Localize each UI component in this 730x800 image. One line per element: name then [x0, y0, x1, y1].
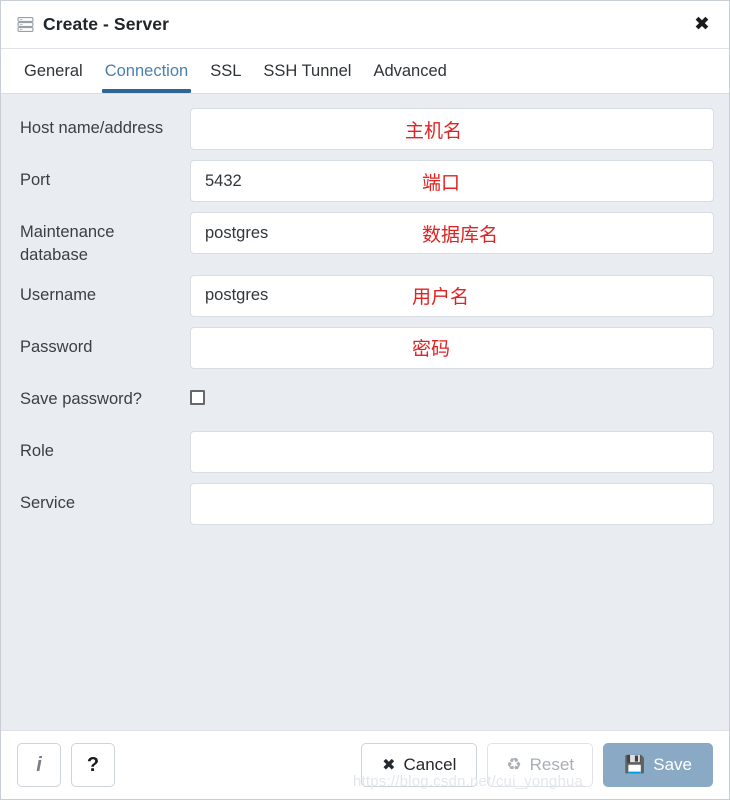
field-wrap-port: 端口: [190, 160, 714, 202]
tab-connection[interactable]: Connection: [94, 49, 199, 93]
cancel-button-label: Cancel: [403, 755, 457, 774]
save-button-label: Save: [653, 755, 692, 774]
row-role: Role: [1, 430, 729, 475]
close-icon: ✖: [382, 755, 396, 774]
cancel-button[interactable]: ✖ Cancel: [361, 743, 478, 787]
password-input[interactable]: [190, 326, 714, 369]
label-password: Password: [20, 337, 93, 356]
server-stack-icon: [17, 16, 34, 33]
role-input[interactable]: [190, 430, 714, 473]
reset-button-label: Reset: [529, 755, 575, 774]
host-name-input[interactable]: [190, 108, 714, 150]
label-username: Username: [20, 285, 97, 304]
tab-bar: General Connection SSL SSH Tunnel Advanc…: [1, 49, 729, 94]
help-button[interactable]: ?: [71, 743, 115, 787]
dialog-titlebar: Create - Server ✖: [1, 1, 729, 49]
field-wrap-password: 密码: [190, 326, 714, 369]
field-wrap-username: 用户名: [190, 274, 714, 317]
save-button[interactable]: 💾 Save: [603, 743, 713, 787]
info-button[interactable]: i: [17, 743, 61, 787]
tab-advanced[interactable]: Advanced: [362, 49, 457, 93]
label-maintenance-database: Maintenance database: [20, 223, 115, 264]
port-input[interactable]: [190, 160, 714, 202]
row-service: Service: [1, 482, 729, 527]
field-wrap-maintenance-database: 数据库名: [190, 212, 714, 254]
tab-ssl[interactable]: SSL: [199, 49, 252, 93]
tab-general[interactable]: General: [13, 49, 94, 93]
label-service: Service: [20, 493, 76, 512]
tab-ssh-tunnel[interactable]: SSH Tunnel: [252, 49, 362, 93]
recycle-icon: ♻: [506, 754, 522, 775]
row-maintenance-database: Maintenance database 数据库名: [1, 212, 729, 267]
reset-button[interactable]: ♻ Reset: [487, 743, 594, 787]
footer-right-actions: ✖ Cancel ♻ Reset 💾 Save: [361, 743, 713, 787]
dialog-footer: i ? ✖ Cancel ♻ Reset 💾 Save https://blog…: [1, 730, 729, 799]
row-save-password: Save password?: [1, 379, 729, 423]
close-icon[interactable]: ✖: [689, 12, 715, 38]
row-port: Port 端口: [1, 160, 729, 204]
service-input[interactable]: [190, 482, 714, 525]
field-wrap-service: [190, 482, 714, 525]
field-wrap-role: [190, 430, 714, 473]
field-wrap-host-name: 主机名: [190, 108, 714, 150]
footer-left-actions: i ?: [17, 743, 115, 787]
label-save-password: Save password?: [20, 389, 142, 408]
field-wrap-save-password: [190, 379, 714, 405]
titlebar-left: Create - Server: [17, 14, 169, 35]
row-password: Password 密码: [1, 326, 729, 371]
connection-form: Host name/address 主机名 Port 端口 Maintenanc…: [1, 94, 729, 730]
create-server-dialog: Create - Server ✖ General Connection SSL…: [0, 0, 730, 800]
label-host-name: Host name/address: [20, 119, 164, 137]
label-port: Port: [20, 171, 51, 189]
row-host-name: Host name/address 主机名: [1, 108, 729, 152]
label-role: Role: [20, 441, 54, 460]
maintenance-database-input[interactable]: [190, 212, 714, 254]
floppy-disk-icon: 💾: [624, 754, 646, 775]
username-input[interactable]: [190, 274, 714, 317]
row-username: Username 用户名: [1, 274, 729, 319]
page-title: Create - Server: [43, 14, 170, 34]
save-password-checkbox[interactable]: [190, 389, 205, 405]
